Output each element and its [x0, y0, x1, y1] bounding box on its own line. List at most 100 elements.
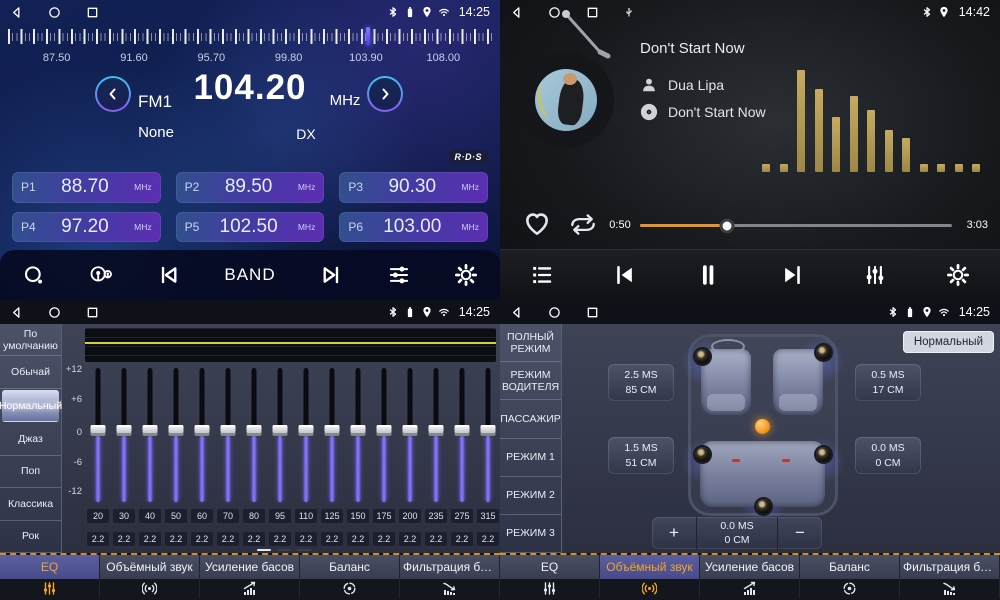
subwoofer-speaker-icon[interactable]: [756, 499, 771, 514]
settings-gear-icon[interactable]: [946, 263, 970, 287]
preset-button[interactable]: P6 103.00 MHz: [339, 212, 488, 243]
favorite-heart-icon[interactable]: [524, 211, 550, 242]
tab-surround[interactable]: Объёмный звук: [600, 555, 700, 579]
slider-handle[interactable]: [325, 425, 340, 436]
listening-mode-item[interactable]: ПАССАЖИР: [500, 400, 561, 438]
slider-track-lower[interactable]: [148, 436, 153, 502]
tab-eq[interactable]: EQ: [0, 555, 100, 579]
balance-icon[interactable]: [300, 579, 400, 598]
slider-handle[interactable]: [481, 425, 496, 436]
front-right-speaker-icon[interactable]: [816, 345, 831, 360]
home-icon[interactable]: [48, 6, 61, 19]
tune-up-button[interactable]: [367, 76, 403, 112]
scan-icon[interactable]: [22, 263, 46, 287]
eq-preset-item[interactable]: Джаз: [0, 423, 61, 455]
back-icon[interactable]: [510, 6, 523, 19]
next-icon[interactable]: [319, 263, 343, 287]
seek-bar[interactable]: [640, 224, 952, 227]
slider-track-upper[interactable]: [122, 368, 127, 430]
slider-handle[interactable]: [169, 425, 184, 436]
eq-sliders-icon[interactable]: [0, 579, 100, 598]
slider-handle[interactable]: [91, 425, 106, 436]
rear-left-speaker-icon[interactable]: [695, 447, 710, 462]
slider-track-upper[interactable]: [252, 368, 257, 430]
slider-track-lower[interactable]: [356, 436, 361, 502]
repeat-icon[interactable]: [568, 212, 598, 242]
tab-bass-filter[interactable]: Фильтрация ба…: [900, 555, 1000, 579]
bass-boost-icon[interactable]: [200, 579, 300, 598]
slider-handle[interactable]: [247, 425, 262, 436]
band-button[interactable]: BAND: [224, 265, 275, 285]
slider-track-lower[interactable]: [226, 436, 231, 502]
broadcast-icon[interactable]: [89, 263, 113, 287]
slider-track-upper[interactable]: [434, 368, 439, 430]
previous-icon[interactable]: [157, 263, 181, 287]
listening-mode-item[interactable]: ПОЛНЫЙ РЕЖИМ: [500, 324, 561, 362]
bass-filter-icon[interactable]: [400, 579, 500, 598]
back-icon[interactable]: [510, 306, 523, 319]
tab-bass-boost[interactable]: Усиление басов: [700, 555, 800, 579]
back-icon[interactable]: [10, 6, 23, 19]
slider-track-lower[interactable]: [408, 436, 413, 502]
slider-track-lower[interactable]: [96, 436, 101, 502]
slider-track-upper[interactable]: [408, 368, 413, 430]
tab-bass-boost[interactable]: Усиление басов: [200, 555, 300, 579]
tab-eq[interactable]: EQ: [500, 555, 600, 579]
slider-track-upper[interactable]: [382, 368, 387, 430]
slider-track-lower[interactable]: [252, 436, 257, 502]
tab-balance[interactable]: Баланс: [800, 555, 900, 579]
recents-icon[interactable]: [586, 6, 599, 19]
slider-track-upper[interactable]: [356, 368, 361, 430]
slider-track-lower[interactable]: [200, 436, 205, 502]
slider-track-lower[interactable]: [382, 436, 387, 502]
settings-gear-icon[interactable]: [454, 263, 478, 287]
front-left-speaker-icon[interactable]: [695, 349, 710, 364]
balance-icon[interactable]: [800, 579, 900, 598]
slider-handle[interactable]: [403, 425, 418, 436]
surround-sound-icon[interactable]: [600, 579, 700, 598]
slider-track-lower[interactable]: [434, 436, 439, 502]
playlist-icon[interactable]: [530, 263, 554, 287]
listening-mode-item[interactable]: РЕЖИМ ВОДИТЕЛЯ: [500, 362, 561, 400]
slider-track-upper[interactable]: [278, 368, 283, 430]
equalizer-icon[interactable]: [863, 263, 887, 287]
slider-track-upper[interactable]: [148, 368, 153, 430]
pause-icon[interactable]: [696, 263, 720, 287]
surround-sound-icon[interactable]: [100, 579, 200, 598]
bass-boost-icon[interactable]: [700, 579, 800, 598]
slider-track-upper[interactable]: [330, 368, 335, 430]
rear-left-delay-button[interactable]: 1.5 MS 51 CM: [608, 437, 674, 474]
slider-track-lower[interactable]: [122, 436, 127, 502]
equalizer-icon[interactable]: [387, 263, 411, 287]
slider-track-lower[interactable]: [330, 436, 335, 502]
eq-sliders-icon[interactable]: [500, 579, 600, 598]
slider-track-lower[interactable]: [460, 436, 465, 502]
preset-button[interactable]: P4 97.20 MHz: [12, 212, 161, 243]
preset-button[interactable]: P5 102.50 MHz: [176, 212, 325, 243]
rear-right-delay-button[interactable]: 0.0 MS 0 CM: [855, 437, 921, 474]
home-icon[interactable]: [548, 306, 561, 319]
back-icon[interactable]: [10, 306, 23, 319]
rear-right-speaker-icon[interactable]: [816, 447, 831, 462]
slider-track-lower[interactable]: [174, 436, 179, 502]
field-preset-button[interactable]: Нормальный: [903, 331, 994, 353]
slider-handle[interactable]: [221, 425, 236, 436]
slider-handle[interactable]: [377, 425, 392, 436]
home-icon[interactable]: [48, 306, 61, 319]
slider-track-upper[interactable]: [174, 368, 179, 430]
dial-pointer[interactable]: [366, 27, 370, 46]
tab-bass-filter[interactable]: Фильтрация ба…: [400, 555, 500, 579]
next-track-icon[interactable]: [780, 263, 804, 287]
slider-handle[interactable]: [455, 425, 470, 436]
recents-icon[interactable]: [586, 306, 599, 319]
recents-icon[interactable]: [86, 6, 99, 19]
recents-icon[interactable]: [86, 306, 99, 319]
slider-handle[interactable]: [195, 425, 210, 436]
preset-button[interactable]: P2 89.50 MHz: [176, 172, 325, 203]
eq-preset-item[interactable]: Классика: [0, 488, 61, 520]
front-right-delay-button[interactable]: 0.5 MS 17 CM: [855, 364, 921, 401]
eq-preset-item[interactable]: Нормальный: [2, 390, 59, 422]
listening-mode-item[interactable]: РЕЖИМ 3: [500, 515, 561, 553]
front-left-delay-button[interactable]: 2.5 MS 85 CM: [608, 364, 674, 401]
listening-mode-item[interactable]: РЕЖИМ 2: [500, 477, 561, 515]
